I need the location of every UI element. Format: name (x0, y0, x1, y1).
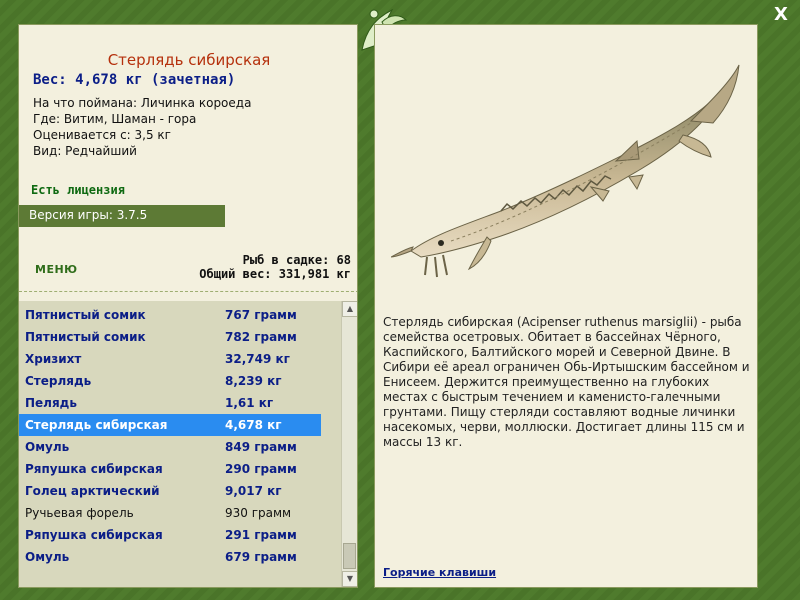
catch-name: Омуль (25, 550, 70, 564)
scroll-thumb[interactable] (343, 543, 356, 569)
menu-button[interactable]: МЕНЮ (35, 263, 78, 276)
keepnet-stats: Рыб в садке: 68 Общий вес: 331,981 кг (199, 253, 351, 281)
close-icon: X (774, 4, 788, 25)
list-item[interactable]: Ряпушка сибирская 290 грамм (19, 458, 321, 480)
total-weight: Общий вес: 331,981 кг (199, 267, 351, 281)
catch-weight: 930 грамм (225, 506, 292, 520)
fish-bait: На что поймана: Личинка короеда (33, 96, 252, 110)
catch-name: Пелядь (25, 396, 77, 410)
catch-weight: 8,239 кг (225, 374, 282, 388)
fish-title: Стерлядь сибирская (107, 51, 271, 69)
fish-kind: Вид: Редчайший (33, 144, 137, 158)
fish-count: Рыб в садке: 68 (242, 253, 351, 267)
list-item[interactable]: Ряпушка сибирская 291 грамм (19, 524, 321, 546)
list-item[interactable]: Пятнистый сомик 767 грамм (19, 304, 321, 326)
catch-name: Голец арктический (25, 484, 160, 498)
list-item[interactable]: Ручьевая форель 930 грамм (19, 502, 321, 524)
catch-list-scrollbar[interactable]: ▲ ▼ (341, 301, 357, 587)
catch-name: Стерлядь сибирская (25, 418, 168, 432)
list-item-selected[interactable]: Стерлядь сибирская 4,678 кг (19, 414, 321, 436)
catch-weight: 767 грамм (225, 308, 297, 322)
list-item[interactable]: Омуль 849 грамм (19, 436, 321, 458)
fish-weight: Вес: 4,678 кг (зачетная) (33, 72, 236, 88)
fish-location: Где: Витим, Шаман - гора (33, 112, 197, 126)
catch-name: Пятнистый сомик (25, 308, 146, 322)
catch-weight: 4,678 кг (225, 418, 282, 432)
catch-name: Пятнистый сомик (25, 330, 146, 344)
catch-weight: 1,61 кг (225, 396, 274, 410)
catch-weight: 679 грамм (225, 550, 297, 564)
catch-list[interactable]: Пятнистый сомик 767 грамм Пятнистый соми… (19, 301, 341, 587)
scroll-down-arrow-icon[interactable]: ▼ (342, 571, 357, 587)
catch-weight: 291 грамм (225, 528, 297, 542)
scroll-up-arrow-icon[interactable]: ▲ (342, 301, 357, 317)
divider (19, 291, 357, 295)
catch-name: Омуль (25, 440, 70, 454)
fish-info-panel: Стерлядь сибирская Вес: 4,678 кг (зачетн… (18, 24, 358, 588)
catch-name: Ручьевая форель (25, 506, 134, 520)
list-item[interactable]: Хризихт 32,749 кг (19, 348, 321, 370)
list-item[interactable]: Голец арктический 9,017 кг (19, 480, 321, 502)
hotkeys-link[interactable]: Горячие клавиши (383, 566, 496, 579)
catch-weight: 32,749 кг (225, 352, 290, 366)
license-status: Есть лицензия (31, 183, 125, 197)
catch-name: Стерлядь (25, 374, 92, 388)
catch-weight: 782 грамм (225, 330, 297, 344)
list-item[interactable]: Пятнистый сомик 782 грамм (19, 326, 321, 348)
list-item[interactable]: Стерлядь 8,239 кг (19, 370, 321, 392)
catch-name: Ряпушка сибирская (25, 528, 163, 542)
fish-description: Стерлядь сибирская (Acipenser ruthenus m… (383, 315, 750, 449)
catch-weight: 290 грамм (225, 462, 297, 476)
close-button[interactable]: X (770, 4, 792, 26)
catch-weight: 9,017 кг (225, 484, 282, 498)
fish-description-panel: Стерлядь сибирская (Acipenser ruthenus m… (374, 24, 758, 588)
sturgeon-image (391, 64, 740, 278)
fish-rated-from: Оценивается с: 3,5 кг (33, 128, 171, 142)
list-item[interactable]: Омуль 679 грамм (19, 546, 321, 568)
catch-weight: 849 грамм (225, 440, 297, 454)
game-version-bar: Версия игры: 3.7.5 (19, 205, 225, 227)
catch-name: Ряпушка сибирская (25, 462, 163, 476)
list-item[interactable]: Пелядь 1,61 кг (19, 392, 321, 414)
catch-name: Хризихт (25, 352, 82, 366)
